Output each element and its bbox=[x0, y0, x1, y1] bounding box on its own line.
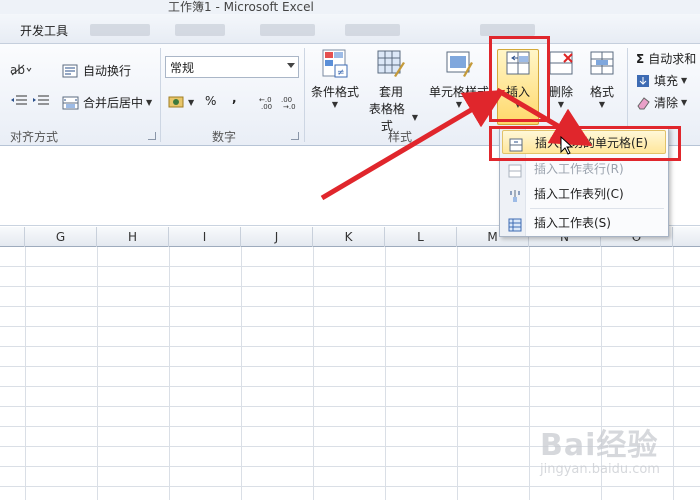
watermark-url: jingyan.baidu.com bbox=[540, 462, 660, 477]
arrow-to-insert bbox=[320, 89, 506, 201]
mouse-cursor-icon bbox=[560, 136, 574, 155]
baidu-watermark: Bai经验 jingyan.baidu.com bbox=[540, 420, 690, 490]
watermark-brand: Bai经验 bbox=[540, 428, 659, 463]
arrow-to-menu-item bbox=[495, 87, 593, 147]
